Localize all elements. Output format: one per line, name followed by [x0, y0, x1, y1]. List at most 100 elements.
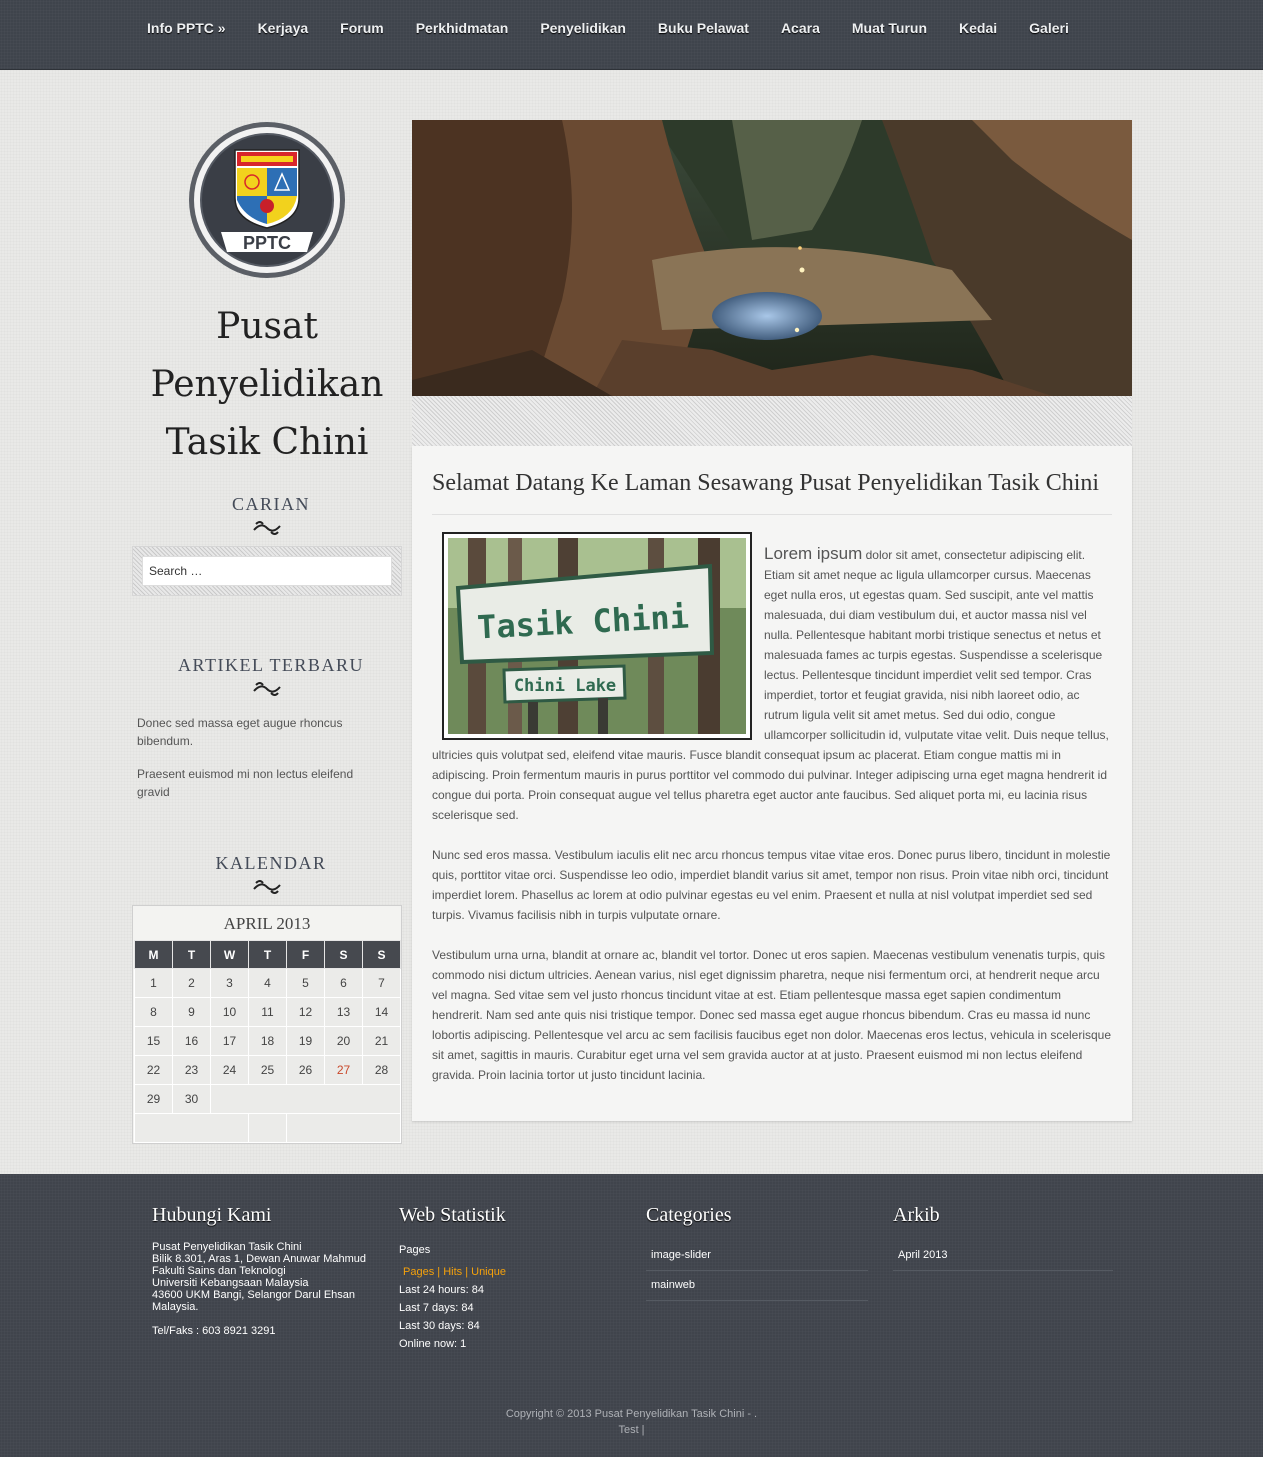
- nav-item-muat-turun[interactable]: Muat Turun: [836, 0, 943, 56]
- calendar-day: 7: [362, 968, 401, 998]
- calendar-day: 2: [172, 968, 211, 998]
- calendar-weekday: S: [362, 940, 401, 969]
- post-paragraph: Nunc sed eros massa. Vestibulum iaculis …: [432, 848, 1111, 922]
- stats-tab-unique[interactable]: Unique: [471, 1266, 506, 1278]
- calendar-grid: M T W T F S S 1 2 3 4 5 6 7 8 9 10 11 12…: [134, 940, 401, 1143]
- contact-line: Malaysia.: [152, 1301, 199, 1313]
- swirl-ornament-icon: [253, 521, 281, 535]
- calendar-nav-spacer: [248, 1113, 287, 1143]
- copyright-text: Copyright © 2013 Pusat Penyelidikan Tasi…: [505, 1408, 758, 1420]
- post-title: Selamat Datang Ke Laman Sesawang Pusat P…: [432, 470, 1100, 496]
- calendar-empty-cell: [210, 1084, 401, 1114]
- nav-item-kedai[interactable]: Kedai: [943, 0, 1013, 56]
- footer-archive-title: Arkib: [893, 1204, 940, 1226]
- cave-landscape-image: [412, 120, 1132, 396]
- stats-label: Pages: [399, 1244, 431, 1256]
- top-navigation-bar: Info PPTC » Kerjaya Forum Perkhidmatan P…: [0, 0, 1263, 70]
- site-title[interactable]: Pusat Penyelidikan Tasik Chini: [133, 298, 401, 472]
- copyright: Copyright © 2013 Pusat Penyelidikan Tasi…: [0, 1406, 1263, 1438]
- calendar-widget-title: KALENDAR: [215, 853, 327, 873]
- swirl-ornament-icon: [253, 682, 281, 696]
- category-link[interactable]: mainweb: [646, 1271, 868, 1301]
- nav-item-info-pptc[interactable]: Info PPTC »: [131, 0, 242, 56]
- recent-post-link[interactable]: Donec sed massa eget augue rhoncus biben…: [137, 714, 382, 750]
- site-title-line: Tasik Chini: [165, 422, 369, 463]
- calendar-day: 5: [286, 968, 325, 998]
- calendar-day: 3: [210, 968, 249, 998]
- contact-line: Bilik 8.301, Aras 1, Dewan Anuwar Mahmud: [152, 1253, 367, 1265]
- footer-contact-title: Hubungi Kami: [152, 1204, 272, 1226]
- nav-item-acara[interactable]: Acara: [765, 0, 836, 56]
- nav-item-forum[interactable]: Forum: [324, 0, 400, 56]
- calendar-nav-prev: [134, 1113, 249, 1143]
- nav-item-kerjaya[interactable]: Kerjaya: [242, 0, 325, 56]
- calendar-weekday: T: [172, 940, 211, 969]
- calendar-day: 9: [172, 997, 211, 1027]
- main-menu: Info PPTC » Kerjaya Forum Perkhidmatan P…: [131, 0, 1085, 56]
- stats-separator: |: [465, 1266, 469, 1278]
- swirl-ornament-icon: [253, 880, 281, 894]
- nav-item-buku-pelawat[interactable]: Buku Pelawat: [642, 0, 765, 56]
- search-form: [132, 546, 402, 596]
- contact-line: Universiti Kebangsaan Malaysia: [152, 1277, 309, 1289]
- calendar-day: 14: [362, 997, 401, 1027]
- stats-last-24: Last 24 hours: 84: [399, 1284, 485, 1296]
- archive-link[interactable]: April 2013: [893, 1241, 1113, 1271]
- nav-item-galeri[interactable]: Galeri: [1013, 0, 1085, 56]
- footer-stats: Web Statistik Pages Pages | Hits | Uniqu…: [399, 1204, 619, 1353]
- calendar-day: 28: [362, 1055, 401, 1085]
- stats-tab-hits[interactable]: Hits: [443, 1266, 462, 1278]
- calendar-day: 10: [210, 997, 249, 1027]
- calendar-day: 20: [324, 1026, 363, 1056]
- svg-text:Chini Lake: Chini Lake: [514, 676, 616, 696]
- calendar-day: 12: [286, 997, 325, 1027]
- calendar-nav-next: [286, 1113, 401, 1143]
- post-paragraph: Vestibulum urna urna, blandit at ornare …: [432, 948, 1112, 1082]
- footer-categories: Categories image-slider mainweb: [646, 1204, 868, 1301]
- stats-last-30: Last 30 days: 84: [399, 1320, 480, 1332]
- calendar-day: 4: [248, 968, 287, 998]
- calendar-day: 6: [324, 968, 363, 998]
- footer-categories-title: Categories: [646, 1204, 732, 1226]
- calendar-day: 15: [134, 1026, 173, 1056]
- calendar-weekday: S: [324, 940, 363, 969]
- calendar-day: 22: [134, 1055, 173, 1085]
- contact-line: Fakulti Sains dan Teknologi: [152, 1265, 286, 1277]
- calendar: APRIL 2013 M T W T F S S 1 2 3 4 5 6 7 8…: [132, 905, 402, 1144]
- search-widget-title: CARIAN: [231, 494, 310, 514]
- site-title-line: Penyelidikan: [150, 364, 384, 405]
- contact-phone: Tel/Faks : 603 8921 3291: [152, 1325, 276, 1337]
- calendar-day: 21: [362, 1026, 401, 1056]
- main-post: Selamat Datang Ke Laman Sesawang Pusat P…: [412, 446, 1132, 1121]
- calendar-weekday: W: [210, 940, 249, 969]
- nav-item-penyelidikan[interactable]: Penyelidikan: [524, 0, 642, 56]
- contact-line: Pusat Penyelidikan Tasik Chini: [152, 1241, 302, 1253]
- calendar-caption: APRIL 2013: [223, 914, 311, 933]
- calendar-day: 11: [248, 997, 287, 1027]
- footer-contact: Hubungi Kami Pusat Penyelidikan Tasik Ch…: [152, 1204, 382, 1337]
- calendar-day: 19: [286, 1026, 325, 1056]
- svg-text:PPTC: PPTC: [243, 233, 291, 253]
- calendar-day: 23: [172, 1055, 211, 1085]
- calendar-day: 8: [134, 997, 173, 1027]
- search-input[interactable]: [142, 556, 392, 586]
- calendar-day: 18: [248, 1026, 287, 1056]
- stats-separator: |: [437, 1266, 441, 1278]
- calendar-day: 13: [324, 997, 363, 1027]
- post-body: Tasik Chini Chini Lake Lorem ipsum dolor…: [432, 532, 1112, 1105]
- pptc-logo[interactable]: PPTC: [187, 120, 347, 280]
- recent-posts-title: ARTIKEL TERBARU: [178, 655, 364, 675]
- hero-image-slider[interactable]: [412, 120, 1132, 396]
- calendar-weekday: T: [248, 940, 287, 969]
- tasik-chini-sign-image: Tasik Chini Chini Lake: [448, 538, 746, 734]
- calendar-weekday: F: [286, 940, 325, 969]
- slider-pattern-band: [412, 396, 1132, 446]
- calendar-day: 24: [210, 1055, 249, 1085]
- nav-item-perkhidmatan[interactable]: Perkhidmatan: [400, 0, 525, 56]
- copyright-link[interactable]: Test |: [0, 1422, 1263, 1438]
- calendar-weekday: M: [134, 940, 173, 969]
- stats-tab-pages[interactable]: Pages: [403, 1266, 434, 1278]
- recent-post-link[interactable]: Praesent euismod mi non lectus eleifend …: [137, 765, 382, 801]
- footer-stats-title: Web Statistik: [399, 1204, 506, 1226]
- category-link[interactable]: image-slider: [646, 1241, 868, 1271]
